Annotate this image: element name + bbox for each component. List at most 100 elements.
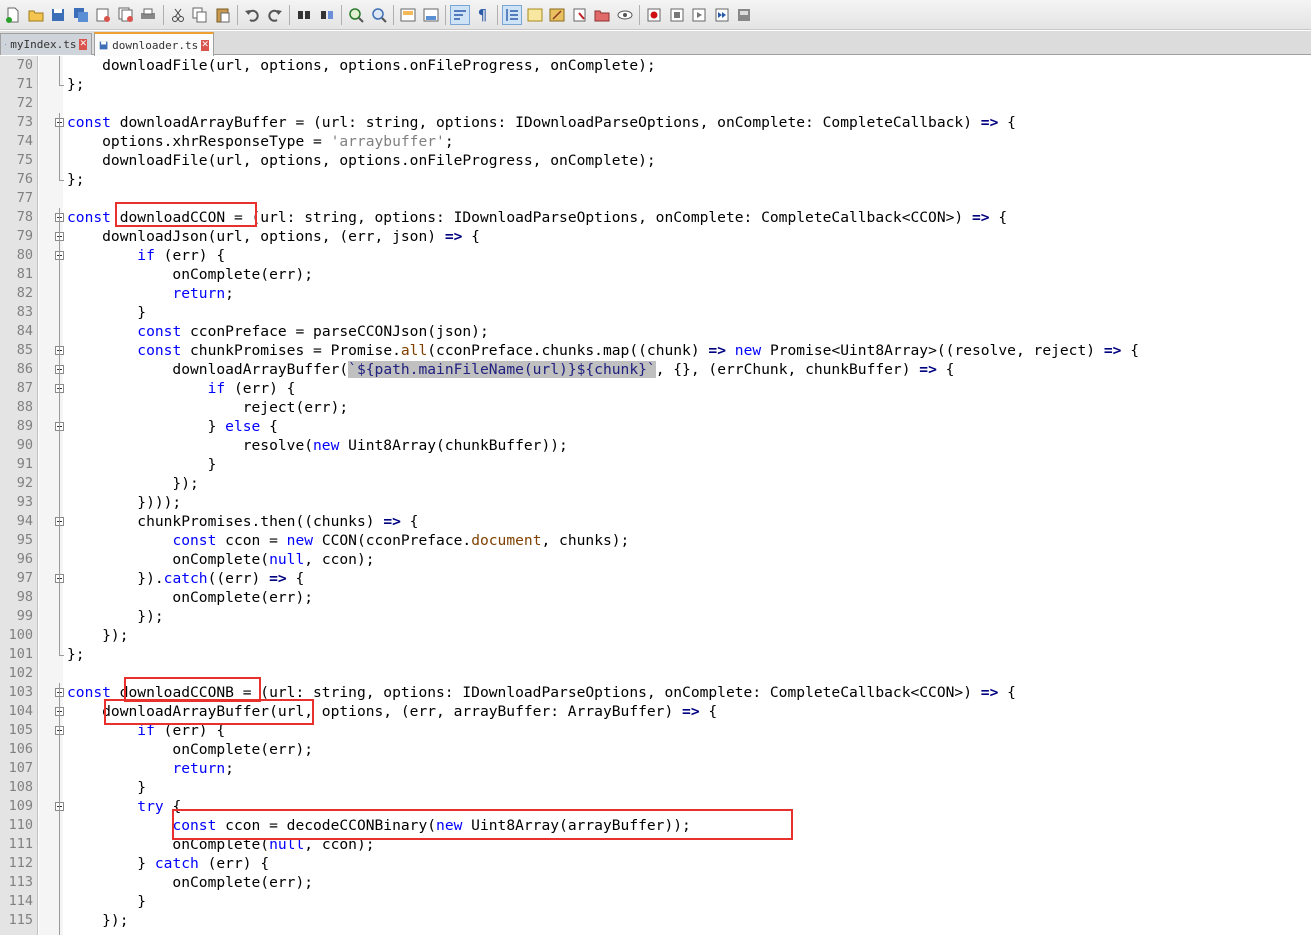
code-line[interactable]: 95 const ccon = new CCON(cconPreface.doc… xyxy=(0,531,1311,550)
code-line[interactable]: 115 }); xyxy=(0,911,1311,930)
word-wrap-icon[interactable] xyxy=(450,4,470,25)
code-line[interactable]: 100 }); xyxy=(0,626,1311,645)
tab-myindex[interactable]: myIndex.ts ✕ xyxy=(0,33,92,55)
code-line[interactable]: 90 resolve(new Uint8Array(chunkBuffer)); xyxy=(0,436,1311,455)
code-line[interactable]: 79 downloadJson(url, options, (err, json… xyxy=(0,227,1311,246)
code-text: }); xyxy=(67,912,129,929)
code-text: const chunkPromises = Promise.all(cconPr… xyxy=(137,342,1139,359)
line-number: 72 xyxy=(16,95,33,111)
copy-icon[interactable] xyxy=(190,5,210,25)
replace-icon[interactable] xyxy=(317,5,337,25)
toolbar-separator xyxy=(341,4,342,25)
code-line[interactable]: 93 }))); xyxy=(0,493,1311,512)
save-all-icon[interactable] xyxy=(71,5,91,25)
code-line[interactable]: 97 }).catch((err) => { xyxy=(0,569,1311,588)
toolbar: ¶ xyxy=(0,0,1311,30)
line-number: 115 xyxy=(8,912,33,928)
tab-downloader[interactable]: downloader.ts ✕ xyxy=(94,32,214,56)
code-line[interactable]: 108 } xyxy=(0,778,1311,797)
code-line[interactable]: 114 } xyxy=(0,892,1311,911)
code-editor[interactable]: 70 downloadFile(url, options, options.on… xyxy=(0,56,1311,935)
code-line[interactable]: 89 } else { xyxy=(0,417,1311,436)
show-all-chars-icon[interactable]: ¶ xyxy=(473,5,493,25)
code-text: }))); xyxy=(67,494,182,511)
close-tab-icon[interactable]: ✕ xyxy=(201,39,209,51)
line-number: 101 xyxy=(8,646,33,662)
toolbar-separator xyxy=(445,4,446,25)
line-number: 104 xyxy=(8,703,33,719)
code-text: onComplete(err); xyxy=(67,874,314,891)
run-macro-multiple-icon[interactable] xyxy=(712,5,732,25)
code-text: resolve(new Uint8Array(chunkBuffer)); xyxy=(67,437,568,454)
code-text: }); xyxy=(67,475,199,492)
code-line[interactable]: 91 } xyxy=(0,455,1311,474)
code-line[interactable]: 99 }); xyxy=(0,607,1311,626)
code-line[interactable]: 80 if (err) { xyxy=(0,246,1311,265)
code-line[interactable]: 73 const downloadArrayBuffer = (url: stri… xyxy=(0,113,1311,132)
code-line[interactable]: 74 options.xhrResponseType = 'arraybuffe… xyxy=(0,132,1311,151)
new-file-icon[interactable] xyxy=(3,5,23,25)
code-line[interactable]: 84 const cconPreface = parseCCONJson(jso… xyxy=(0,322,1311,341)
toolbar-separator xyxy=(393,4,394,25)
code-line[interactable]: 75 downloadFile(url, options, options.on… xyxy=(0,151,1311,170)
code-line[interactable]: 81 onComplete(err); xyxy=(0,265,1311,284)
play-macro-icon[interactable] xyxy=(689,5,709,25)
code-line[interactable]: 96 onComplete(null, ccon); xyxy=(0,550,1311,569)
record-macro-icon[interactable] xyxy=(644,5,664,25)
line-number: 107 xyxy=(8,760,33,776)
code-line[interactable]: 72 xyxy=(0,94,1311,113)
tab-label: downloader.ts xyxy=(112,38,199,52)
toolbar-separator xyxy=(497,4,498,25)
print-icon[interactable] xyxy=(138,5,158,25)
folder-workspace-icon[interactable] xyxy=(570,5,590,25)
code-line[interactable]: 112 } catch (err) { xyxy=(0,854,1311,873)
line-number: 77 xyxy=(16,190,33,206)
close-tab-icon[interactable]: ✕ xyxy=(79,39,87,50)
sync-vertical-icon[interactable] xyxy=(398,5,418,25)
line-number: 106 xyxy=(8,741,33,757)
code-line[interactable]: 85 const chunkPromises = Promise.all(cco… xyxy=(0,341,1311,360)
line-number: 83 xyxy=(16,304,33,320)
code-line[interactable]: 106 onComplete(err); xyxy=(0,740,1311,759)
open-file-icon[interactable] xyxy=(26,5,46,25)
code-line[interactable]: 82 return; xyxy=(0,284,1311,303)
code-line[interactable]: 94 chunkPromises.then((chunks) => { xyxy=(0,512,1311,531)
code-line[interactable]: 98 onComplete(err); xyxy=(0,588,1311,607)
code-line[interactable]: 92 }); xyxy=(0,474,1311,493)
redo-icon[interactable] xyxy=(265,5,285,25)
save-icon[interactable] xyxy=(48,5,68,25)
doc-map-icon[interactable] xyxy=(525,5,545,25)
code-line[interactable]: 83 } xyxy=(0,303,1311,322)
zoom-out-icon[interactable] xyxy=(369,5,389,25)
sync-horizontal-icon[interactable] xyxy=(421,5,441,25)
function-list-icon[interactable] xyxy=(547,5,567,25)
toolbar-separator xyxy=(237,4,238,25)
code-line[interactable]: 76}; xyxy=(0,170,1311,189)
find-icon[interactable] xyxy=(294,5,314,25)
code-line[interactable]: 71}; xyxy=(0,75,1311,94)
stop-macro-icon[interactable] xyxy=(667,5,687,25)
line-number: 100 xyxy=(8,627,33,643)
close-all-icon[interactable] xyxy=(116,5,136,25)
close-icon[interactable] xyxy=(93,5,113,25)
code-text: onComplete(err); xyxy=(67,266,314,283)
code-line[interactable]: 113 onComplete(err); xyxy=(0,873,1311,892)
indent-guide-icon[interactable] xyxy=(502,4,522,25)
code-line[interactable]: 88 reject(err); xyxy=(0,398,1311,417)
code-line[interactable]: 87 if (err) { xyxy=(0,379,1311,398)
code-text: }; xyxy=(67,171,85,188)
code-text: try { xyxy=(137,798,182,815)
code-line[interactable]: 107 return; xyxy=(0,759,1311,778)
monitoring-icon[interactable] xyxy=(615,5,635,25)
code-line[interactable]: 70 downloadFile(url, options, options.on… xyxy=(0,56,1311,75)
save-macro-icon[interactable] xyxy=(734,5,754,25)
code-line[interactable]: 86 downloadArrayBuffer(`${path.mainFileN… xyxy=(0,360,1311,379)
undo-icon[interactable] xyxy=(242,5,262,25)
zoom-in-icon[interactable] xyxy=(346,5,366,25)
paste-icon[interactable] xyxy=(213,5,233,25)
cut-icon[interactable] xyxy=(168,5,188,25)
line-number: 114 xyxy=(8,893,33,909)
code-line[interactable]: 101}; xyxy=(0,645,1311,664)
code-text: onComplete(err); xyxy=(67,589,314,606)
folder-icon[interactable] xyxy=(592,5,612,25)
